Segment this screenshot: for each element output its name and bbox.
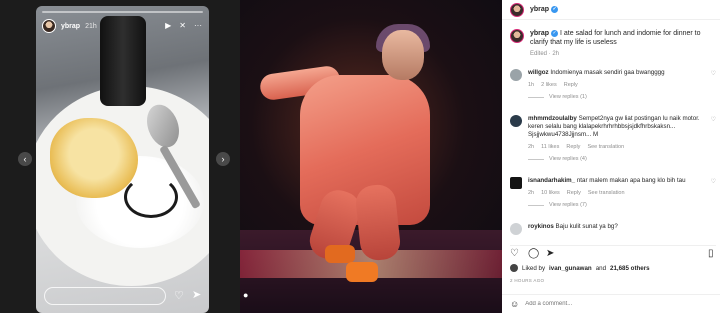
liked-by-user[interactable]: ivan_gunawan: [549, 265, 592, 272]
liked-by-prefix: Liked by: [522, 264, 546, 272]
comment-avatar[interactable]: [510, 177, 522, 189]
comment-reply-button[interactable]: Reply: [566, 143, 580, 151]
avatar[interactable]: [510, 2, 524, 17]
user-tag-icon[interactable]: ●: [243, 290, 248, 300]
post-header: ybrap ✓: [502, 0, 720, 20]
comment-text: Indomienya masak sendiri gaa bwangggg: [550, 69, 665, 76]
comment-likes[interactable]: 2 likes: [541, 81, 557, 89]
post-actions: ♡ ◯ ➤ ▯: [510, 245, 716, 259]
verified-icon: ✓: [551, 30, 559, 37]
add-comment-bar: ☺: [502, 294, 720, 313]
share-icon[interactable]: ➤: [546, 248, 554, 259]
mute-icon[interactable]: ✕: [179, 21, 186, 30]
story-card[interactable]: ybrap 21h ▶ ✕ ··· ♡ ➤: [36, 6, 209, 313]
comment-heart-icon[interactable]: ♡: [711, 70, 716, 101]
photo-head: [382, 30, 424, 80]
caption-username[interactable]: ybrap: [530, 30, 549, 37]
comment-username[interactable]: mhmmdzoulalby: [528, 115, 577, 122]
photo-shoe-left: [325, 245, 355, 263]
comment-time: 2h: [528, 144, 535, 150]
liked-by-others[interactable]: 21,685 others: [610, 265, 650, 272]
send-icon[interactable]: ➤: [192, 288, 201, 301]
comment-avatar[interactable]: [510, 223, 522, 235]
post-timestamp[interactable]: 2 HOURS AGO: [510, 278, 544, 283]
story-controls: ▶ ✕ ···: [165, 21, 202, 30]
comment-item: roykinos Baju kulit sunat ya bg?: [510, 223, 716, 235]
story-bottle: [100, 16, 146, 106]
bookmark-icon[interactable]: ▯: [708, 248, 714, 259]
story-next-icon[interactable]: ›: [216, 152, 230, 166]
comment-icon[interactable]: ◯: [528, 248, 539, 259]
comment-likes[interactable]: 10 likes: [541, 189, 560, 197]
liked-by-avatar: [510, 264, 518, 272]
comment-text: Baju kulit sunat ya bg?: [555, 223, 618, 230]
emoji-icon[interactable]: ☺: [510, 299, 519, 309]
comment-avatar[interactable]: [510, 69, 522, 81]
comment-likes[interactable]: 11 likes: [541, 143, 559, 151]
comment-avatar[interactable]: [510, 115, 522, 127]
story-egg: [50, 118, 138, 198]
comment-username[interactable]: roykinos: [528, 223, 554, 230]
comment-time: 1h: [528, 82, 535, 88]
more-icon[interactable]: ···: [194, 21, 202, 30]
comment-heart-icon[interactable]: ♡: [711, 116, 716, 163]
liked-by: Liked by ivan_gunawan and 21,685 others: [510, 264, 650, 272]
comment-text: ntar malem makan apa bang klo bih tau: [576, 177, 686, 184]
see-translation-button[interactable]: See translation: [588, 189, 625, 197]
view-replies-button[interactable]: View replies (4): [528, 155, 705, 163]
comment-reply-button[interactable]: Reply: [564, 81, 578, 89]
photo-shoe-right: [346, 262, 378, 282]
story-time: 21h: [85, 22, 97, 30]
post-photo[interactable]: ●: [240, 0, 502, 313]
caption-avatar[interactable]: [510, 29, 524, 43]
story-username[interactable]: ybrap: [61, 23, 80, 30]
comment-item: isnandarhakim_ ntar malem makan apa bang…: [510, 177, 716, 209]
story-header: ybrap 21h: [42, 19, 97, 33]
see-translation-button[interactable]: See translation: [587, 143, 624, 151]
heart-icon[interactable]: ♡: [174, 289, 184, 302]
verified-icon: ✓: [551, 6, 559, 13]
caption: ybrap ✓ I ate salad for lunch and indomie…: [510, 29, 714, 57]
story-avatar[interactable]: [42, 19, 56, 33]
view-replies-button[interactable]: View replies (1): [528, 93, 705, 101]
add-comment-input[interactable]: [525, 301, 696, 307]
view-replies-button[interactable]: View replies (7): [528, 201, 705, 209]
story-progress-bar: [42, 11, 203, 13]
post-panel: ybrap ✓ ybrap ✓ I ate salad for lunch and …: [502, 0, 720, 313]
liked-by-and: and: [595, 264, 607, 272]
like-heart-icon[interactable]: ♡: [510, 248, 519, 259]
comment-username[interactable]: willgoz: [528, 69, 549, 76]
comment-heart-icon[interactable]: ♡: [711, 178, 716, 209]
comment-item: mhmmdzoulalby Sempet2nya gw liat posting…: [510, 115, 716, 163]
story-reply-input[interactable]: [44, 287, 166, 305]
story-sauce: [124, 176, 178, 218]
comment-username[interactable]: isnandarhakim_: [528, 177, 575, 184]
story-prev-icon[interactable]: ‹: [18, 152, 32, 166]
play-icon[interactable]: ▶: [165, 21, 171, 30]
edited-label: Edited · 2h: [530, 51, 560, 57]
comment-time: 2h: [528, 190, 535, 196]
post-username[interactable]: ybrap ✓: [530, 6, 559, 13]
comment-reply-button[interactable]: Reply: [567, 189, 581, 197]
story-viewer-background: ‹ › ybrap 21h ▶ ✕ ··· ♡ ➤: [0, 0, 240, 313]
comment-item: willgoz Indomienya masak sendiri gaa bwa…: [510, 69, 716, 101]
